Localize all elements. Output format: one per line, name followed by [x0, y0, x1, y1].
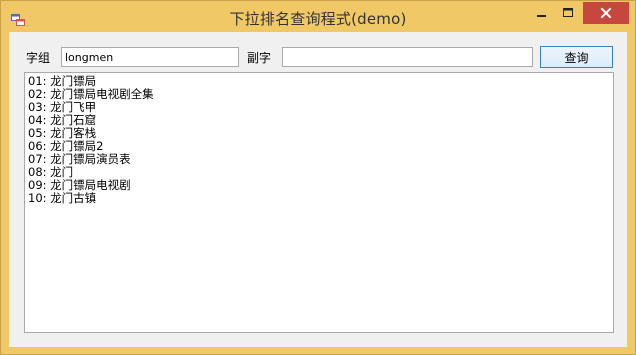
list-item[interactable]: 02: 龙门镖局电视剧全集	[28, 88, 610, 101]
query-button[interactable]: 查询	[540, 46, 613, 68]
maximize-button[interactable]	[555, 2, 581, 24]
list-item[interactable]: 10: 龙门古镇	[28, 192, 610, 205]
close-icon	[600, 4, 612, 23]
client-area: 字组 副字 查询 01: 龙门镖局 02: 龙门镖局电视剧全集 03: 龙门飞甲…	[9, 32, 627, 347]
list-item[interactable]: 04: 龙门石窟	[28, 114, 610, 127]
minimize-button[interactable]	[529, 2, 555, 24]
title-bar[interactable]: 下拉排名查询程式(demo)	[1, 1, 635, 33]
close-button[interactable]	[583, 2, 629, 24]
results-listbox[interactable]: 01: 龙门镖局 02: 龙门镖局电视剧全集 03: 龙门飞甲 04: 龙门石窟…	[24, 72, 614, 333]
list-item[interactable]: 07: 龙门镖局演员表	[28, 153, 610, 166]
list-item[interactable]: 03: 龙门飞甲	[28, 101, 610, 114]
word-group-input[interactable]	[61, 47, 239, 67]
maximize-icon	[562, 4, 574, 23]
subword-input[interactable]	[282, 47, 533, 67]
word-group-label: 字组	[26, 51, 51, 65]
app-window: 下拉排名查询程式(demo) 字组 longmen 副字 查询 01: 龙门镖局…	[0, 0, 636, 355]
list-item[interactable]: 09: 龙门镖局电视剧	[28, 179, 610, 192]
subword-label: 副字	[247, 51, 272, 65]
list-item[interactable]: 05: 龙门客栈	[28, 127, 610, 140]
minimize-icon	[536, 4, 548, 23]
